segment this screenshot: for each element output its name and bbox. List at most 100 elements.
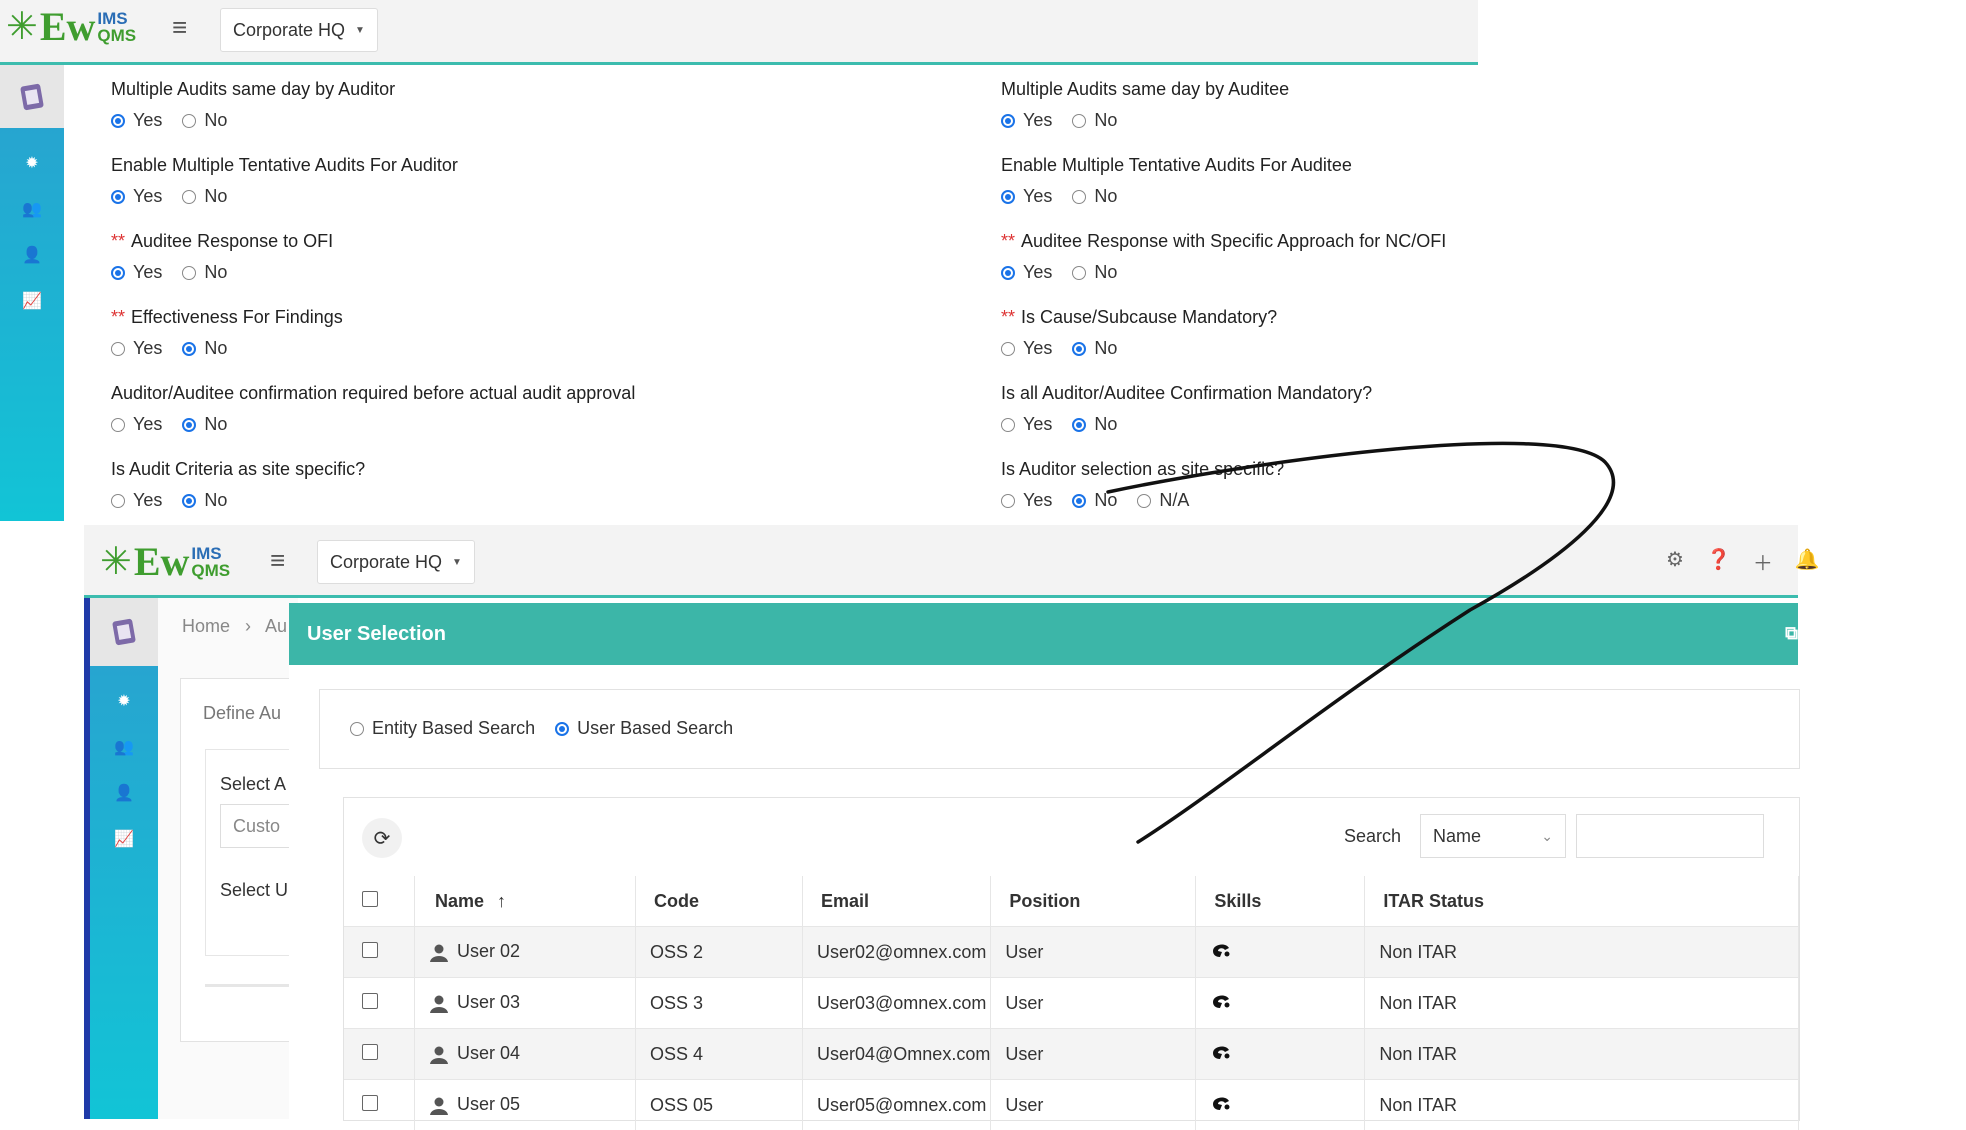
radio-button[interactable] (350, 722, 364, 736)
settings-gear-icon[interactable]: ⚙ (1666, 547, 1684, 576)
radio-button[interactable] (182, 342, 196, 356)
row-checkbox[interactable] (362, 1044, 378, 1060)
row-checkbox[interactable] (362, 1095, 378, 1111)
radio-option-no[interactable]: No (1072, 186, 1117, 207)
radio-button[interactable] (1001, 342, 1015, 356)
help-icon[interactable]: ❓ (1706, 547, 1731, 576)
expand-icon[interactable]: ⧉ (1785, 623, 1798, 644)
radio-option-no[interactable]: No (1072, 262, 1117, 283)
app-logo[interactable]: ✳ Ew IMS QMS (6, 7, 136, 47)
radio-option-no[interactable]: No (182, 490, 227, 511)
radio-button[interactable] (182, 190, 196, 204)
user-based-search-radio[interactable]: User Based Search (555, 718, 733, 739)
table-header-row: Name ↑ Code Email Position Skills ITAR S… (344, 876, 1799, 927)
radio-button[interactable] (1001, 114, 1015, 128)
refresh-icon[interactable]: ⟳ (362, 818, 402, 858)
radio-button[interactable] (182, 266, 196, 280)
search-input[interactable] (1576, 814, 1764, 858)
select-all-checkbox[interactable] (362, 891, 378, 907)
add-icon[interactable]: ＋ (1753, 547, 1773, 576)
radio-button[interactable] (1072, 342, 1086, 356)
sidebar-chart-icon[interactable]: 📈 (0, 278, 64, 324)
hamburger-menu-icon[interactable]: ≡ (172, 14, 187, 40)
radio-option-yes[interactable]: Yes (1001, 490, 1052, 511)
sidebar-users-icon[interactable]: 👥 (0, 186, 64, 232)
radio-button[interactable] (1001, 266, 1015, 280)
row-checkbox[interactable] (362, 993, 378, 1009)
radio-option-yes[interactable]: Yes (111, 490, 162, 511)
col-itar-status[interactable]: ITAR Status (1365, 876, 1799, 927)
sidebar-chart-icon[interactable]: 📈 (90, 816, 158, 862)
entity-based-search-radio[interactable]: Entity Based Search (350, 718, 535, 739)
sidebar-app-tile-2[interactable] (90, 598, 158, 666)
site-dropdown[interactable]: Corporate HQ ▼ (220, 8, 378, 52)
sidebar-app-tile[interactable] (0, 65, 64, 128)
skills-icon[interactable] (1210, 940, 1232, 960)
radio-option-yes[interactable]: Yes (111, 262, 162, 283)
radio-option-no[interactable]: No (182, 110, 227, 131)
radio-button[interactable] (111, 494, 125, 508)
radio-option-yes[interactable]: Yes (111, 110, 162, 131)
setting-question: Is all Auditor/Auditee Confirmation Mand… (1001, 383, 1372, 435)
radio-button[interactable] (111, 114, 125, 128)
site-dropdown-2[interactable]: Corporate HQ ▼ (317, 540, 475, 584)
radio-button[interactable] (182, 494, 196, 508)
radio-button[interactable] (555, 722, 569, 736)
radio-button[interactable] (1001, 494, 1015, 508)
skills-icon[interactable] (1210, 1042, 1232, 1062)
radio-button[interactable] (111, 190, 125, 204)
table-row[interactable]: User 04OSS 4User04@Omnex.comUserNon ITAR (344, 1029, 1799, 1080)
notification-bell-icon[interactable]: 🔔 (1795, 547, 1820, 576)
radio-button[interactable] (182, 114, 196, 128)
table-row[interactable]: User 02OSS 2User02@omnex.comUserNon ITAR (344, 927, 1799, 978)
radio-button[interactable] (1072, 190, 1086, 204)
radio-option-no[interactable]: No (1072, 414, 1117, 435)
radio-button[interactable] (111, 342, 125, 356)
radio-button[interactable] (1072, 114, 1086, 128)
radio-button[interactable] (182, 418, 196, 432)
radio-option-no[interactable]: No (182, 186, 227, 207)
app-logo-2[interactable]: ✳ Ew IMS QMS (100, 542, 230, 582)
radio-option-yes[interactable]: Yes (111, 186, 162, 207)
radio-option-yes[interactable]: Yes (1001, 338, 1052, 359)
radio-option-yes[interactable]: Yes (111, 338, 162, 359)
radio-button[interactable] (1001, 418, 1015, 432)
col-code[interactable]: Code (636, 876, 803, 927)
radio-option-no[interactable]: No (182, 338, 227, 359)
sidebar-settings-icon[interactable]: ✹ (0, 140, 64, 186)
sidebar-settings-icon[interactable]: ✹ (90, 678, 158, 724)
col-skills[interactable]: Skills (1196, 876, 1365, 927)
radio-option-yes[interactable]: Yes (111, 414, 162, 435)
radio-option-yes[interactable]: Yes (1001, 262, 1052, 283)
sidebar-user-settings-icon[interactable]: 👤 (0, 232, 64, 278)
skills-icon[interactable] (1210, 1093, 1232, 1113)
radio-option-yes[interactable]: Yes (1001, 414, 1052, 435)
radio-option-no[interactable]: No (182, 262, 227, 283)
radio-option-no[interactable]: No (1072, 490, 1117, 511)
radio-button[interactable] (1072, 266, 1086, 280)
radio-option-no[interactable]: No (1072, 338, 1117, 359)
radio-button[interactable] (1137, 494, 1151, 508)
radio-option-no[interactable]: No (1072, 110, 1117, 131)
col-name[interactable]: Name ↑ (415, 876, 636, 927)
radio-option-yes[interactable]: Yes (1001, 186, 1052, 207)
radio-button[interactable] (111, 418, 125, 432)
skills-icon[interactable] (1210, 991, 1232, 1011)
table-row[interactable]: User 05OSS 05User05@omnex.comUserNon ITA… (344, 1080, 1799, 1130)
radio-option-yes[interactable]: Yes (1001, 110, 1052, 131)
table-row[interactable]: User 03OSS 3User03@omnex.comUserNon ITAR (344, 978, 1799, 1029)
radio-button[interactable] (111, 266, 125, 280)
radio-group: Yes No (1001, 338, 1277, 359)
row-checkbox[interactable] (362, 942, 378, 958)
radio-button[interactable] (1072, 494, 1086, 508)
sidebar-users-icon[interactable]: 👥 (90, 724, 158, 770)
radio-option-no[interactable]: No (182, 414, 227, 435)
sidebar-user-settings-icon[interactable]: 👤 (90, 770, 158, 816)
col-email[interactable]: Email (803, 876, 991, 927)
radio-button[interactable] (1072, 418, 1086, 432)
col-position[interactable]: Position (991, 876, 1196, 927)
search-field-select[interactable]: Name ⌄ (1420, 814, 1566, 858)
radio-option-na[interactable]: N/A (1137, 490, 1189, 511)
hamburger-menu-icon-2[interactable]: ≡ (270, 547, 285, 573)
radio-button[interactable] (1001, 190, 1015, 204)
